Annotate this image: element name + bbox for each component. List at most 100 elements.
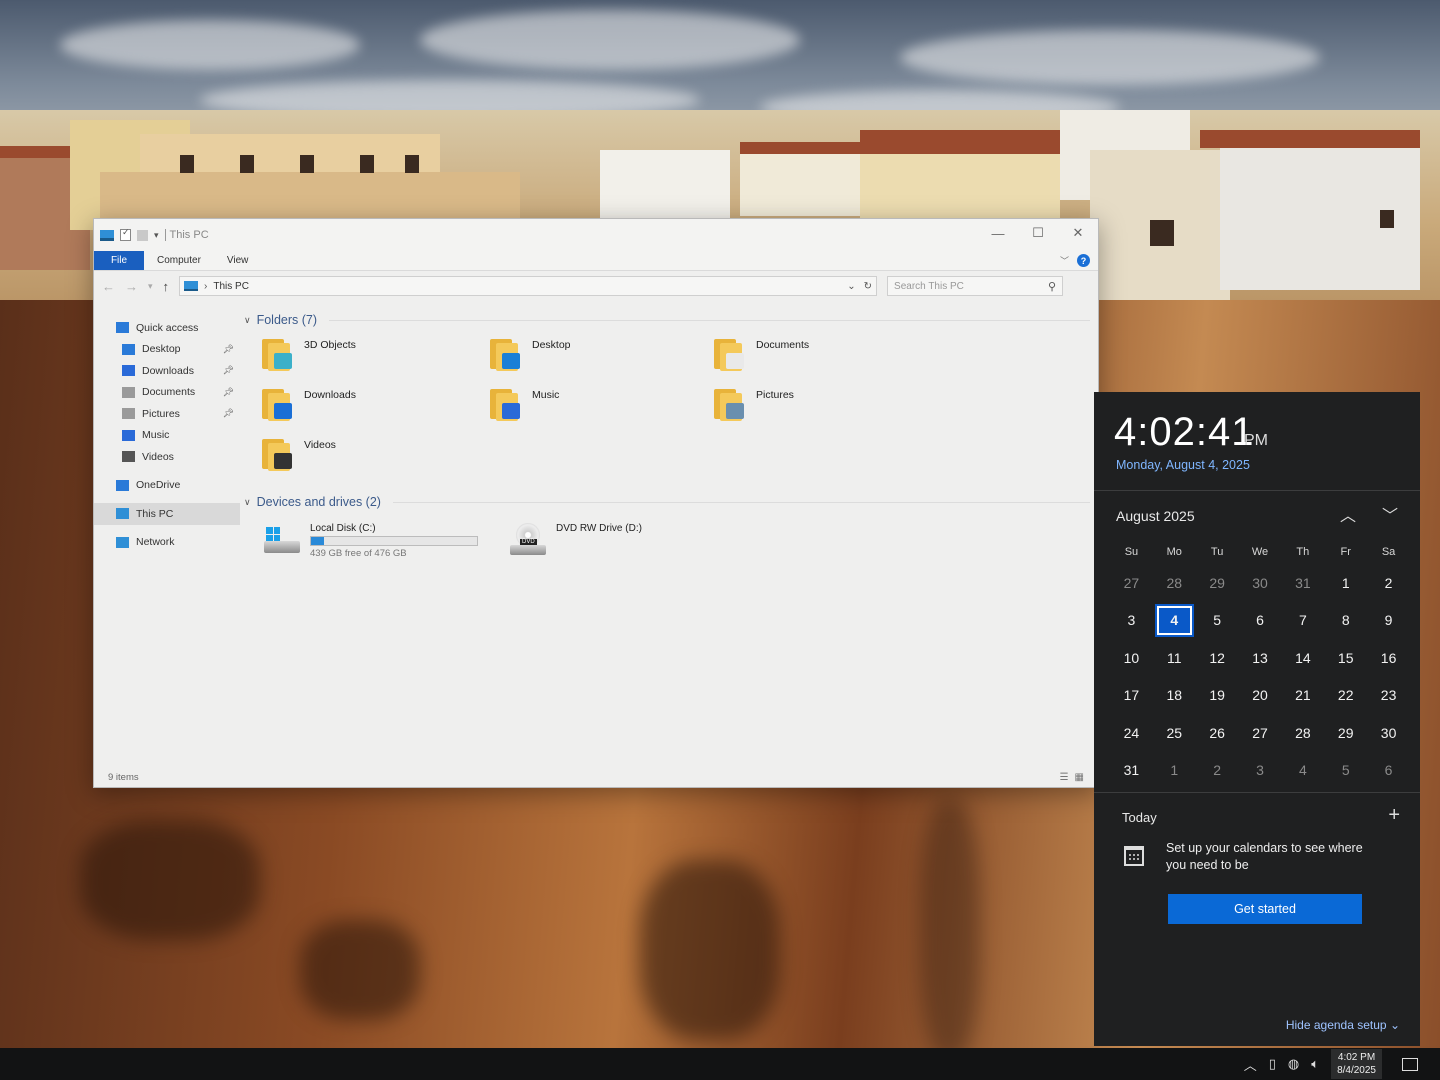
collapse-chevron-icon[interactable]: ∨ <box>244 497 251 508</box>
calendar-day[interactable]: 11 <box>1153 639 1196 677</box>
tab-view[interactable]: View <box>214 251 262 270</box>
title-bar[interactable]: ▾ This PC — ☐ ✕ <box>94 219 1098 251</box>
calendar-day[interactable]: 25 <box>1153 714 1196 752</box>
refresh-icon[interactable]: ↻ <box>864 281 872 292</box>
back-button[interactable]: ← <box>102 279 115 294</box>
breadcrumb-separator[interactable]: › <box>204 281 207 292</box>
calendar-day[interactable]: 15 <box>1324 639 1367 677</box>
folder-documents[interactable]: Documents <box>714 337 938 377</box>
folder-pictures[interactable]: Pictures <box>714 387 938 427</box>
folders-group-header[interactable]: ∨ Folders (7) <box>244 309 1090 331</box>
calendar-day[interactable]: 26 <box>1196 714 1239 752</box>
folder-desktop[interactable]: Desktop <box>490 337 714 377</box>
calendar-day[interactable]: 4 <box>1281 752 1324 790</box>
show-hidden-icons-chevron-icon[interactable]: ︿ <box>1244 1055 1257 1074</box>
calendar-day[interactable]: 29 <box>1196 564 1239 602</box>
new-folder-icon[interactable] <box>137 229 148 241</box>
drive-local-disk-c[interactable]: Local Disk (C:) 439 GB free of 476 GB <box>262 523 478 559</box>
calendar-day[interactable]: 13 <box>1239 639 1282 677</box>
clock-date-link[interactable]: Monday, August 4, 2025 <box>1116 458 1250 472</box>
expand-ribbon-icon[interactable]: ﹀ <box>1060 254 1069 267</box>
sidebar-item-network[interactable]: Network <box>94 532 240 554</box>
calendar-day[interactable]: 24 <box>1110 714 1153 752</box>
calendar-day[interactable]: 2 <box>1367 564 1410 602</box>
hide-agenda-link[interactable]: Hide agenda setup ⌄ <box>1286 1018 1400 1032</box>
drive-dvd-d[interactable]: DVD DVD RW Drive (D:) <box>508 523 642 559</box>
calendar-day[interactable]: 30 <box>1239 564 1282 602</box>
customize-toolbar-icon[interactable]: ▾ <box>154 230 159 241</box>
sidebar-item-downloads[interactable]: Downloads 📌︎ <box>94 360 240 382</box>
network-globe-icon[interactable]: ◍ <box>1288 1056 1299 1072</box>
calendar-day[interactable]: 19 <box>1196 677 1239 715</box>
recent-locations-icon[interactable]: ▾ <box>148 281 153 292</box>
details-view-icon[interactable]: ☰ <box>1060 772 1069 783</box>
minimize-button[interactable]: — <box>978 219 1018 247</box>
folder-downloads[interactable]: Downloads <box>262 387 490 427</box>
search-icon[interactable]: ⚲ <box>1048 280 1056 293</box>
calendar-day[interactable]: 12 <box>1196 639 1239 677</box>
forward-button[interactable]: → <box>125 279 138 294</box>
calendar-day[interactable]: 7 <box>1281 602 1324 640</box>
sidebar-item-desktop[interactable]: Desktop 📌︎ <box>94 339 240 361</box>
sidebar-item-pictures[interactable]: Pictures 📌︎ <box>94 403 240 425</box>
file-explorer-window[interactable]: ▾ This PC — ☐ ✕ File Computer View ﹀ ? ←… <box>93 218 1099 788</box>
breadcrumb-this-pc[interactable]: This PC <box>213 281 249 292</box>
folder-music[interactable]: Music <box>490 387 714 427</box>
drives-group-header[interactable]: ∨ Devices and drives (2) <box>244 491 1090 513</box>
calendar-day-today[interactable]: 4 <box>1154 603 1194 637</box>
folder-3d-objects[interactable]: 3D Objects <box>262 337 490 377</box>
sidebar-item-this-pc[interactable]: This PC <box>94 503 240 525</box>
calendar-day[interactable]: 29 <box>1324 714 1367 752</box>
calendar-day[interactable]: 6 <box>1239 602 1282 640</box>
calendar-day[interactable]: 31 <box>1110 752 1153 790</box>
calendar-day[interactable]: 2 <box>1196 752 1239 790</box>
calendar-day[interactable]: 1 <box>1153 752 1196 790</box>
month-title[interactable]: August 2025 <box>1116 508 1195 524</box>
sidebar-item-documents[interactable]: Documents 📌︎ <box>94 382 240 404</box>
calendar-day[interactable]: 27 <box>1110 564 1153 602</box>
calendar-day[interactable]: 30 <box>1367 714 1410 752</box>
calendar-day[interactable]: 8 <box>1324 602 1367 640</box>
taskbar-clock[interactable]: 4:02 PM 8/4/2025 <box>1331 1049 1382 1079</box>
calendar-day[interactable]: 17 <box>1110 677 1153 715</box>
calendar-day[interactable]: 18 <box>1153 677 1196 715</box>
calendar-day[interactable]: 28 <box>1153 564 1196 602</box>
calendar-day[interactable]: 16 <box>1367 639 1410 677</box>
calendar-day[interactable]: 31 <box>1281 564 1324 602</box>
sidebar-item-quick-access[interactable]: Quick access <box>94 317 240 339</box>
calendar-day[interactable]: 5 <box>1196 602 1239 640</box>
tab-file[interactable]: File <box>94 251 144 270</box>
calendar-day[interactable]: 23 <box>1367 677 1410 715</box>
get-started-button[interactable]: Get started <box>1168 894 1362 924</box>
properties-icon[interactable] <box>120 227 131 241</box>
sidebar-item-videos[interactable]: Videos <box>94 446 240 468</box>
collapse-chevron-icon[interactable]: ∨ <box>244 315 251 326</box>
calendar-day[interactable]: 5 <box>1324 752 1367 790</box>
calendar-day[interactable]: 3 <box>1110 602 1153 640</box>
folder-videos[interactable]: Videos <box>262 437 490 477</box>
up-button[interactable]: ↑ <box>163 279 170 294</box>
device-icon[interactable]: ▯ <box>1269 1056 1276 1072</box>
calendar-day[interactable]: 20 <box>1239 677 1282 715</box>
sidebar-item-music[interactable]: Music <box>94 425 240 447</box>
address-bar[interactable]: › This PC ⌄ ↻ <box>179 276 878 296</box>
add-event-icon[interactable]: + <box>1388 804 1400 827</box>
tab-computer[interactable]: Computer <box>144 251 214 270</box>
calendar-day[interactable]: 10 <box>1110 639 1153 677</box>
large-icons-view-icon[interactable]: ▦ <box>1075 772 1084 783</box>
calendar-day[interactable]: 27 <box>1239 714 1282 752</box>
calendar-day[interactable]: 9 <box>1367 602 1410 640</box>
sidebar-item-onedrive[interactable]: OneDrive <box>94 475 240 497</box>
calendar-day[interactable]: 28 <box>1281 714 1324 752</box>
maximize-button[interactable]: ☐ <box>1018 219 1058 247</box>
calendar-day[interactable]: 3 <box>1239 752 1282 790</box>
search-input[interactable]: Search This PC ⚲ <box>887 276 1064 296</box>
volume-icon[interactable]: 🔈︎ <box>1311 1056 1319 1072</box>
calendar-day[interactable]: 1 <box>1324 564 1367 602</box>
next-month-icon[interactable]: ﹀ <box>1382 502 1398 526</box>
calendar-day[interactable]: 14 <box>1281 639 1324 677</box>
calendar-day[interactable]: 21 <box>1281 677 1324 715</box>
address-dropdown-icon[interactable]: ⌄ <box>847 281 855 292</box>
previous-month-icon[interactable]: ︿ <box>1340 502 1356 526</box>
calendar-day[interactable]: 22 <box>1324 677 1367 715</box>
